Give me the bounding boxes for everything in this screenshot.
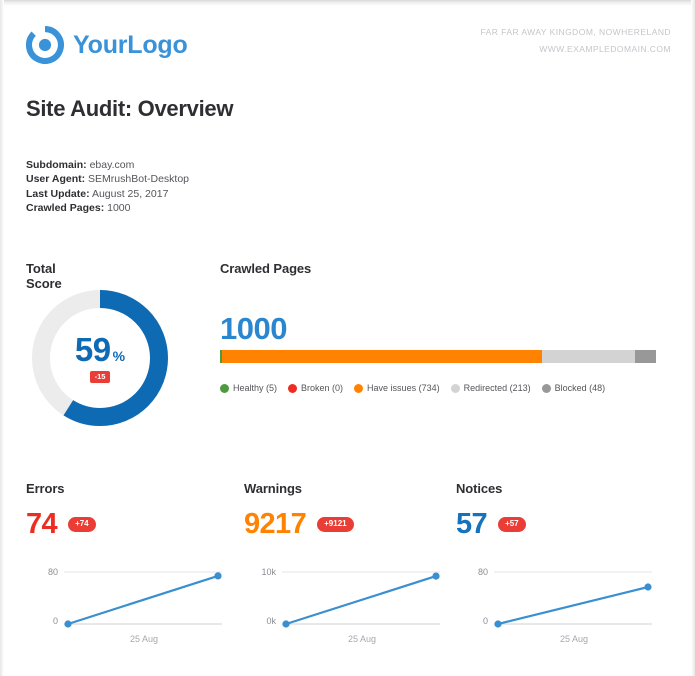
data-point-end xyxy=(214,572,222,580)
meta-row-subdomain: Subdomain: ebay.com xyxy=(26,158,189,172)
meta-label: Subdomain: xyxy=(26,159,87,171)
bar-segment-blocked xyxy=(635,350,656,363)
metric-title-warnings: Warnings xyxy=(244,481,302,496)
page-left-edge xyxy=(0,0,4,676)
meta-value: SEMrushBot-Desktop xyxy=(88,173,190,186)
errors-ytick-top: 80 xyxy=(47,567,58,577)
warnings-ytick-bottom: 0k xyxy=(266,616,276,626)
meta-row-crawled-pages: Crawled Pages: 1000 xyxy=(26,201,189,215)
report-page: YourLogo FAR FAR AWAY KINGDOM, NOWHERELA… xyxy=(0,0,695,676)
metric-value-row-errors: 74 +74 xyxy=(26,510,96,539)
notices-xtick-label: 25 Aug xyxy=(559,634,589,644)
legend-dot-broken-icon xyxy=(288,383,298,393)
legend-dot-blocked-icon xyxy=(541,383,551,393)
metric-value-row-warnings: 9217 +9121 xyxy=(244,510,354,539)
legend-item-redirected: Redirected (213) xyxy=(450,383,531,393)
errors-sparkline-chart: 80 0 25 Aug xyxy=(26,564,226,646)
errors-ytick-bottom: 0 xyxy=(52,616,58,626)
bar-segment-have-issues xyxy=(222,350,543,363)
legend-item-broken: Broken (0) xyxy=(288,383,343,393)
metric-badge-errors: +74 xyxy=(68,516,96,533)
notices-sparkline-chart: 80 0 25 Aug xyxy=(456,564,656,646)
legend-dot-have-issues-icon xyxy=(354,383,364,393)
crawled-pages-title: Crawled Pages xyxy=(220,261,312,276)
report-header: YourLogo FAR FAR AWAY KINGDOM, NOWHERELA… xyxy=(26,24,671,76)
metric-badge-notices: +57 xyxy=(498,516,526,533)
metric-title-errors: Errors xyxy=(26,481,65,496)
circular-ring-logo-icon xyxy=(26,26,64,64)
legend-item-blocked: Blocked (48) xyxy=(541,383,606,393)
total-score-delta-badge: -15 xyxy=(89,371,111,383)
legend-item-have-issues: Have issues (734) xyxy=(354,383,440,393)
metric-badge-warnings: +9121 xyxy=(317,516,354,533)
warnings-xtick-label: 25 Aug xyxy=(347,634,377,644)
data-point-end xyxy=(432,572,440,580)
legend-item-healthy: Healthy (5) xyxy=(220,383,277,393)
errors-xtick-label: 25 Aug xyxy=(129,634,159,644)
data-point-start xyxy=(494,620,502,628)
audit-meta-list: Subdomain: ebay.com User Agent: SEMrushB… xyxy=(26,158,189,215)
metric-value-errors: 74 xyxy=(26,508,58,540)
data-line xyxy=(285,575,437,626)
company-website-line: WWW.EXAMPLEDOMAIN.COM xyxy=(539,44,671,54)
total-score-value: 59 xyxy=(74,331,111,368)
crawled-pages-total: 1000 xyxy=(220,311,287,346)
crawled-pages-legend: Healthy (5) Broken (0) Have issues (734) Re… xyxy=(220,383,605,393)
legend-dot-redirected-icon xyxy=(450,383,460,393)
data-point-start xyxy=(64,620,72,628)
brand-logo[interactable]: YourLogo xyxy=(26,26,188,64)
legend-dot-healthy-icon xyxy=(220,383,229,393)
meta-label: Crawled Pages: xyxy=(26,201,105,214)
data-line xyxy=(497,585,649,626)
data-point-start xyxy=(282,620,290,628)
company-address-block: FAR FAR AWAY KINGDOM, NOWHERELAND WWW.EX… xyxy=(480,24,671,58)
bar-segment-redirected xyxy=(542,350,636,363)
notices-ytick-top: 80 xyxy=(477,567,488,577)
metric-title-notices: Notices xyxy=(456,481,503,496)
warnings-ytick-top: 10k xyxy=(261,567,276,577)
legend-label-healthy: Healthy (5) xyxy=(233,383,278,393)
legend-label-broken: Broken (0) xyxy=(301,383,344,393)
total-score-donut-chart: 59 % -15 xyxy=(26,284,174,432)
data-line xyxy=(67,574,219,626)
metric-value-row-notices: 57 +57 xyxy=(456,510,526,539)
meta-value: August 25, 2017 xyxy=(91,187,169,200)
company-address-line: FAR FAR AWAY KINGDOM, NOWHERELAND xyxy=(480,27,671,37)
meta-row-user-agent: User Agent: SEMrushBot-Desktop xyxy=(26,172,189,186)
page-top-edge xyxy=(0,0,695,6)
meta-label: User Agent: xyxy=(26,173,86,186)
crawled-pages-stacked-bar xyxy=(220,350,656,363)
page-title: Site Audit: Overview xyxy=(26,96,234,121)
brand-logo-text: YourLogo xyxy=(73,30,188,59)
metric-value-warnings: 9217 xyxy=(244,508,307,540)
legend-label-redirected: Redirected (213) xyxy=(463,383,531,393)
meta-value: 1000 xyxy=(107,201,131,214)
donut-center-label: 59 % -15 xyxy=(26,284,174,432)
legend-label-have-issues: Have issues (734) xyxy=(367,383,440,393)
donut-value-row: 59 % xyxy=(75,333,125,366)
meta-value: ebay.com xyxy=(89,159,135,171)
legend-label-blocked: Blocked (48) xyxy=(554,383,606,393)
notices-ytick-bottom: 0 xyxy=(482,616,488,626)
data-point-end xyxy=(644,583,652,591)
page-right-edge xyxy=(691,0,695,676)
warnings-sparkline-chart: 10k 0k 25 Aug xyxy=(244,564,444,646)
metric-value-notices: 57 xyxy=(456,508,488,540)
meta-label: Last Update: xyxy=(26,187,90,200)
total-score-unit: % xyxy=(112,348,126,364)
meta-row-last-update: Last Update: August 25, 2017 xyxy=(26,187,189,201)
